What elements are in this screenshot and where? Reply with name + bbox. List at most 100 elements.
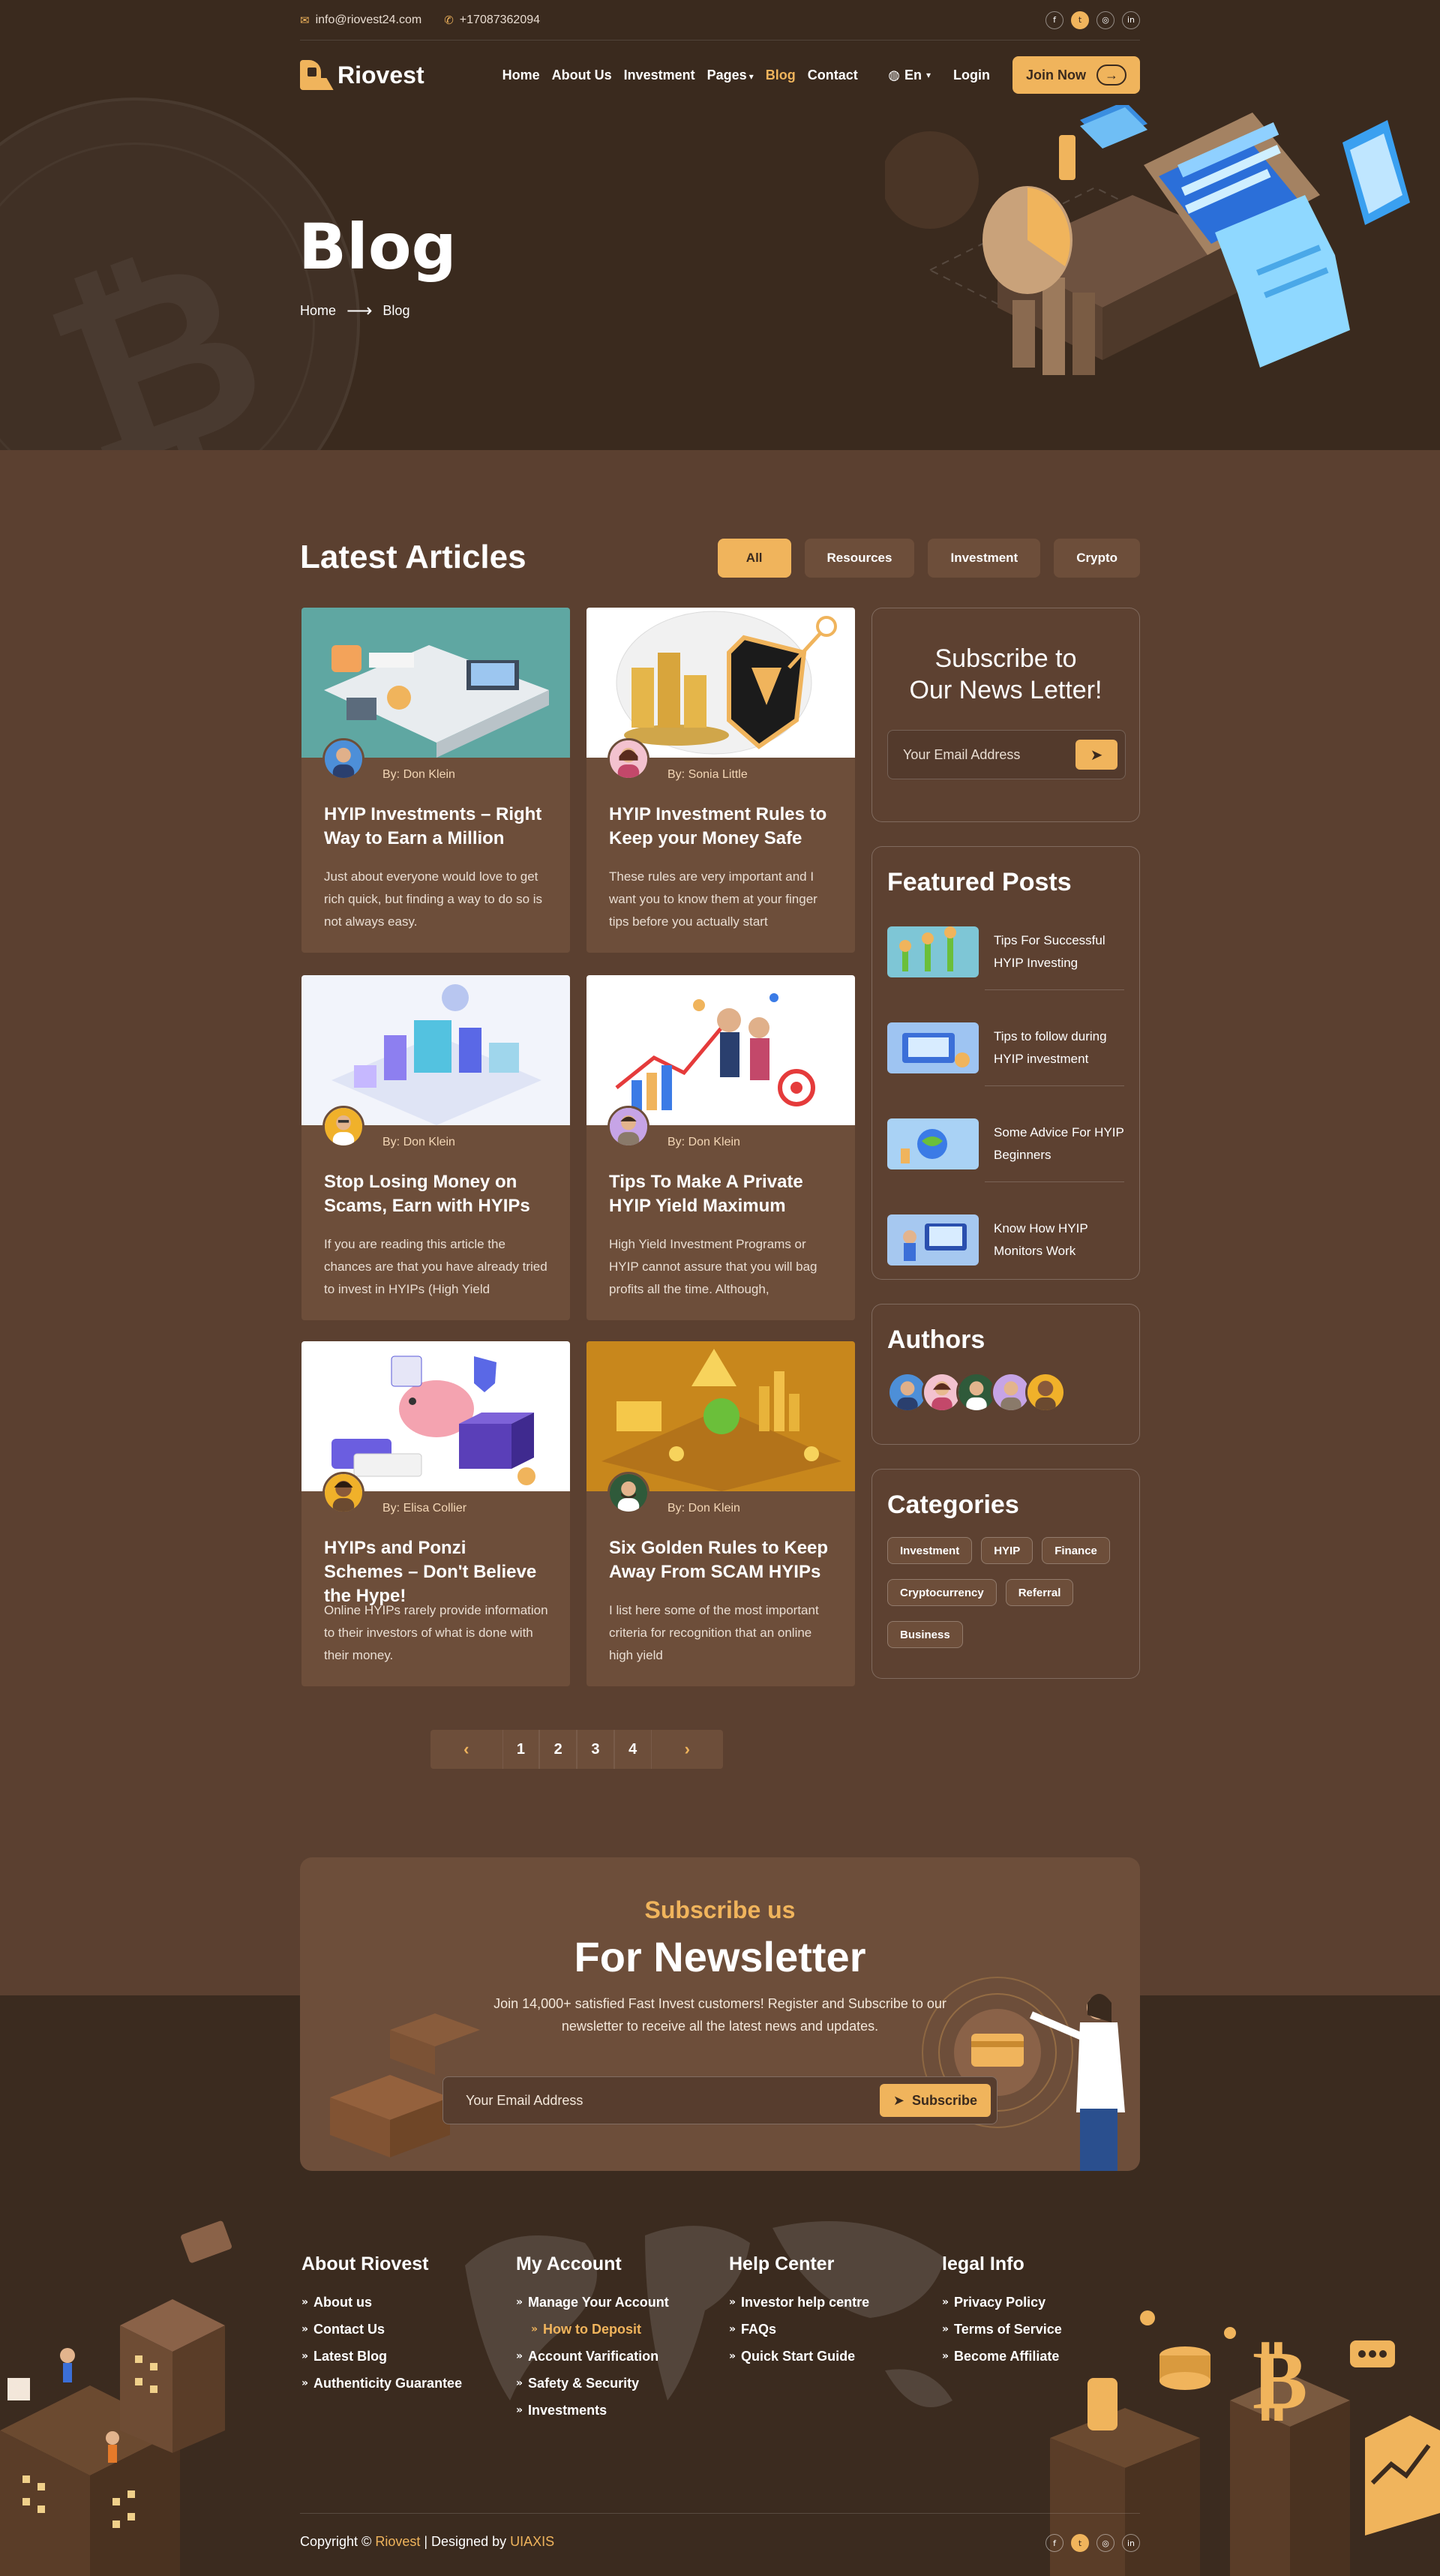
pagination-page[interactable]: 1 (502, 1730, 540, 1769)
footer-link[interactable]: » FAQs (729, 2316, 869, 2343)
globe-icon: ◍ (888, 67, 900, 83)
category-tag[interactable]: Finance (1042, 1537, 1110, 1564)
double-chevron-icon: » (942, 2296, 949, 2308)
footer-link[interactable]: » Privacy Policy (942, 2289, 1062, 2316)
arrow-right-icon: ⟶ (346, 301, 373, 321)
footer-link[interactable]: » Safety & Security (516, 2370, 669, 2397)
nav-item-investment[interactable]: Investment (624, 68, 695, 83)
filter-crypto[interactable]: Crypto (1054, 539, 1140, 578)
main-navbar: Riovest Home About Us Investment Pages ▾ … (300, 54, 1140, 96)
featured-post-thumbnail (887, 1118, 979, 1169)
featured-post-item[interactable]: Know How HYIP Monitors Work (887, 1202, 1126, 1277)
category-tag[interactable]: HYIP (981, 1537, 1034, 1564)
featured-post-item[interactable]: Some Advice For HYIP Beginners (887, 1106, 1126, 1181)
footer-link[interactable]: » Become Affiliate (942, 2343, 1062, 2370)
pagination-page[interactable]: 3 (577, 1730, 614, 1769)
featured-post-item[interactable]: Tips to follow during HYIP investment (887, 1010, 1126, 1085)
article-excerpt: I list here some of the most important c… (609, 1603, 819, 1662)
article-title[interactable]: Tips To Make A Private HYIP Yield Maximu… (609, 1170, 834, 1218)
newsletter-description: Join 14,000+ satisfied Fast Invest custo… (494, 1996, 946, 2034)
article-card[interactable]: By: Sonia Little HYIP Investment Rules t… (586, 608, 855, 953)
category-tag[interactable]: Referral (1005, 1579, 1074, 1606)
footer-link[interactable]: » About us (302, 2289, 462, 2316)
email-text: info@riovest24.com (315, 13, 422, 26)
filter-all[interactable]: All (717, 539, 791, 578)
facebook-icon[interactable]: f (1046, 2534, 1064, 2552)
footer-link[interactable]: » Contact Us (302, 2316, 462, 2343)
subscribe-widget: Subscribe to Our News Letter! Your Email… (872, 608, 1140, 822)
pagination-prev[interactable]: ‹ (430, 1730, 502, 1769)
filter-investment[interactable]: Investment (928, 539, 1041, 578)
top-socials: f t ◎ in (1046, 11, 1140, 29)
category-tag[interactable]: Investment (887, 1537, 973, 1564)
subscribe-button[interactable]: ➤ Subscribe (879, 2084, 991, 2117)
send-button[interactable]: ➤ (1076, 740, 1118, 770)
hero-section: ₿ ✉ info@riovest24.com ✆ +17087362094 f … (0, 0, 1440, 450)
footer-link[interactable]: » Investments (516, 2397, 669, 2424)
featured-post-item[interactable]: Tips For Successful HYIP Investing (887, 914, 1126, 989)
double-chevron-icon: » (942, 2350, 949, 2362)
join-now-button[interactable]: Join Now → (1012, 56, 1140, 94)
instagram-icon[interactable]: ◎ (1096, 2534, 1114, 2552)
nav-item-blog[interactable]: Blog (766, 68, 796, 83)
nav-item-pages[interactable]: Pages ▾ (707, 68, 754, 83)
article-title[interactable]: HYIP Investment Rules to Keep your Money… (609, 803, 834, 851)
categories-heading: Categories (887, 1491, 1019, 1519)
pagination-page[interactable]: 4 (614, 1730, 652, 1769)
article-excerpt: If you are reading this article the chan… (324, 1237, 548, 1296)
double-chevron-icon: » (516, 2296, 523, 2308)
article-card[interactable]: By: Elisa Collier HYIPs and Ponzi Scheme… (302, 1341, 570, 1686)
footer-link-active[interactable]: » How to Deposit (531, 2316, 669, 2343)
email-contact[interactable]: ✉ info@riovest24.com (300, 14, 422, 27)
nav-item-contact[interactable]: Contact (808, 68, 858, 83)
facebook-icon[interactable]: f (1046, 11, 1064, 29)
footer-heading: Help Center (729, 2253, 835, 2274)
logo[interactable]: Riovest (300, 60, 424, 90)
login-link[interactable]: Login (953, 68, 990, 83)
article-title[interactable]: HYIPs and Ponzi Schemes – Don't Believe … (324, 1536, 549, 1608)
designer-link[interactable]: UIAXIS (510, 2534, 554, 2549)
phone-contact[interactable]: ✆ +17087362094 (444, 14, 540, 27)
article-title[interactable]: Stop Losing Money on Scams, Earn with HY… (324, 1170, 549, 1218)
article-author: By: Don Klein (668, 1136, 740, 1148)
footer-link[interactable]: » Investor help centre (729, 2289, 869, 2316)
sidebar-email-input[interactable]: Your Email Address ➤ (887, 730, 1126, 779)
pagination-next[interactable]: › (652, 1730, 724, 1769)
filter-resources[interactable]: Resources (804, 539, 915, 578)
footer-link[interactable]: » Account Varification (516, 2343, 669, 2370)
double-chevron-icon: » (302, 2350, 308, 2362)
footer-link[interactable]: » Terms of Service (942, 2316, 1062, 2343)
linkedin-icon[interactable]: in (1122, 2534, 1140, 2552)
categories-widget: Categories Investment HYIP Finance Crypt… (872, 1469, 1140, 1679)
breadcrumb-home[interactable]: Home (300, 303, 336, 319)
nav-item-about[interactable]: About Us (552, 68, 612, 83)
article-card[interactable]: By: Don Klein Tips To Make A Private HYI… (586, 975, 855, 1320)
article-title[interactable]: HYIP Investments – Right Way to Earn a M… (324, 803, 549, 851)
footer-link[interactable]: » Manage Your Account (516, 2289, 669, 2316)
article-thumbnail (302, 975, 570, 1125)
language-selector[interactable]: ◍ En ▾ (888, 68, 931, 83)
footer-link[interactable]: » Quick Start Guide (729, 2343, 869, 2370)
brand-link[interactable]: Riovest (375, 2534, 420, 2549)
footer-link[interactable]: » Latest Blog (302, 2343, 462, 2370)
double-chevron-icon: » (302, 2377, 308, 2389)
double-chevron-icon: » (942, 2323, 949, 2335)
avatar (608, 1472, 650, 1514)
article-card[interactable]: By: Don Klein Stop Losing Money on Scams… (302, 975, 570, 1320)
category-tag[interactable]: Business (887, 1621, 963, 1648)
twitter-icon[interactable]: t (1071, 11, 1089, 29)
author-avatar[interactable] (1025, 1372, 1066, 1413)
category-tag[interactable]: Cryptocurrency (887, 1579, 997, 1606)
newsletter-email-input[interactable]: Your Email Address ➤ Subscribe (442, 2076, 998, 2124)
instagram-icon[interactable]: ◎ (1096, 11, 1114, 29)
article-card[interactable]: By: Don Klein HYIP Investments – Right W… (302, 608, 570, 953)
article-card[interactable]: By: Don Klein Six Golden Rules to Keep A… (586, 1341, 855, 1686)
nav-item-home[interactable]: Home (502, 68, 540, 83)
article-title[interactable]: Six Golden Rules to Keep Away From SCAM … (609, 1536, 834, 1584)
footer-link[interactable]: » Authenticity Guarantee (302, 2370, 462, 2397)
linkedin-icon[interactable]: in (1122, 11, 1140, 29)
pagination-page[interactable]: 2 (539, 1730, 577, 1769)
article-excerpt: Just about everyone would love to get ri… (324, 869, 543, 929)
newsletter-title: For Newsletter (574, 1933, 866, 1980)
twitter-icon[interactable]: t (1071, 2534, 1089, 2552)
